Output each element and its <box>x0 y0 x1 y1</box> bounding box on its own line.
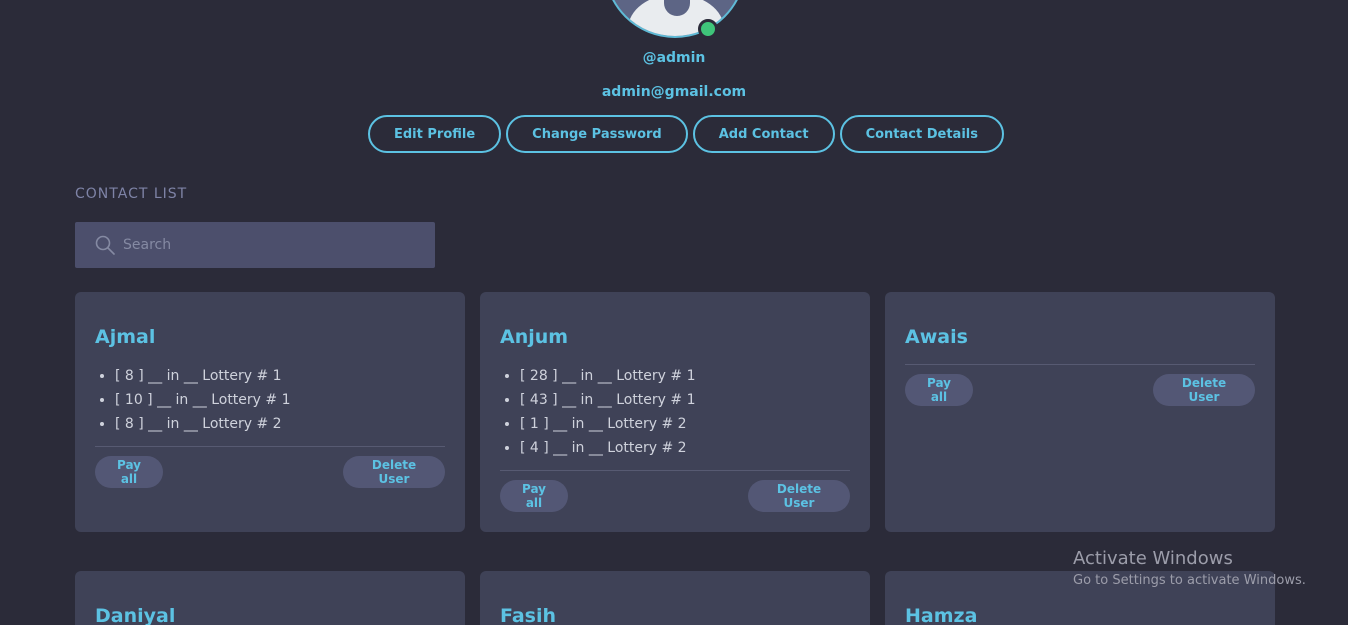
delete-user-button[interactable]: Delete User <box>748 480 850 512</box>
watermark-title: Activate Windows <box>1073 548 1233 569</box>
contact-name: Awais <box>905 326 968 348</box>
divider <box>500 470 850 471</box>
online-status-dot <box>698 19 718 39</box>
lottery-entry-list: [ 8 ] __ in __ Lottery # 1 [ 10 ] __ in … <box>115 366 291 438</box>
contact-card: Fasih <box>480 571 870 625</box>
pay-all-button[interactable]: Pay all <box>500 480 568 512</box>
pay-all-button[interactable]: Pay all <box>95 456 163 488</box>
contact-card: Awais Pay all Delete User <box>885 292 1275 532</box>
add-contact-button[interactable]: Add Contact <box>692 115 835 153</box>
contact-card: Anjum [ 28 ] __ in __ Lottery # 1 [ 43 ]… <box>480 292 870 532</box>
delete-user-button[interactable]: Delete User <box>343 456 445 488</box>
windows-activation-watermark: Activate Windows Go to Settings to activ… <box>1073 548 1306 588</box>
list-item: [ 43 ] __ in __ Lottery # 1 <box>520 390 696 414</box>
list-item: [ 8 ] __ in __ Lottery # 1 <box>115 366 291 390</box>
list-item: [ 8 ] __ in __ Lottery # 2 <box>115 414 291 438</box>
contact-name: Daniyal <box>95 605 176 625</box>
avatar <box>604 0 746 38</box>
search-input[interactable] <box>123 237 403 253</box>
edit-profile-button[interactable]: Edit Profile <box>368 115 502 153</box>
list-item: [ 4 ] __ in __ Lottery # 2 <box>520 438 696 462</box>
list-item: [ 28 ] __ in __ Lottery # 1 <box>520 366 696 390</box>
search-icon <box>95 235 115 255</box>
contact-name: Fasih <box>500 605 557 625</box>
pay-all-button[interactable]: Pay all <box>905 374 973 406</box>
change-password-button[interactable]: Change Password <box>506 115 688 153</box>
divider <box>905 364 1255 365</box>
list-item: [ 10 ] __ in __ Lottery # 1 <box>115 390 291 414</box>
search-box <box>75 222 435 268</box>
divider <box>95 446 445 447</box>
contact-name: Anjum <box>500 326 569 348</box>
contact-card: Daniyal <box>75 571 465 625</box>
username: @admin <box>642 50 706 66</box>
list-item: [ 1 ] __ in __ Lottery # 2 <box>520 414 696 438</box>
profile-actions: Edit Profile Change Password Add Contact… <box>368 115 1004 153</box>
contact-details-button[interactable]: Contact Details <box>839 115 1004 153</box>
delete-user-button[interactable]: Delete User <box>1153 374 1255 406</box>
profile-page: @admin admin@gmail.com Edit Profile Chan… <box>0 0 1348 625</box>
lottery-entry-list: [ 28 ] __ in __ Lottery # 1 [ 43 ] __ in… <box>520 366 696 462</box>
contact-name: Hamza <box>905 605 978 625</box>
contact-list-title: CONTACT LIST <box>75 186 188 202</box>
contact-card: Ajmal [ 8 ] __ in __ Lottery # 1 [ 10 ] … <box>75 292 465 532</box>
user-email: admin@gmail.com <box>601 84 747 100</box>
contact-name: Ajmal <box>95 326 156 348</box>
watermark-subtitle: Go to Settings to activate Windows. <box>1073 573 1306 588</box>
